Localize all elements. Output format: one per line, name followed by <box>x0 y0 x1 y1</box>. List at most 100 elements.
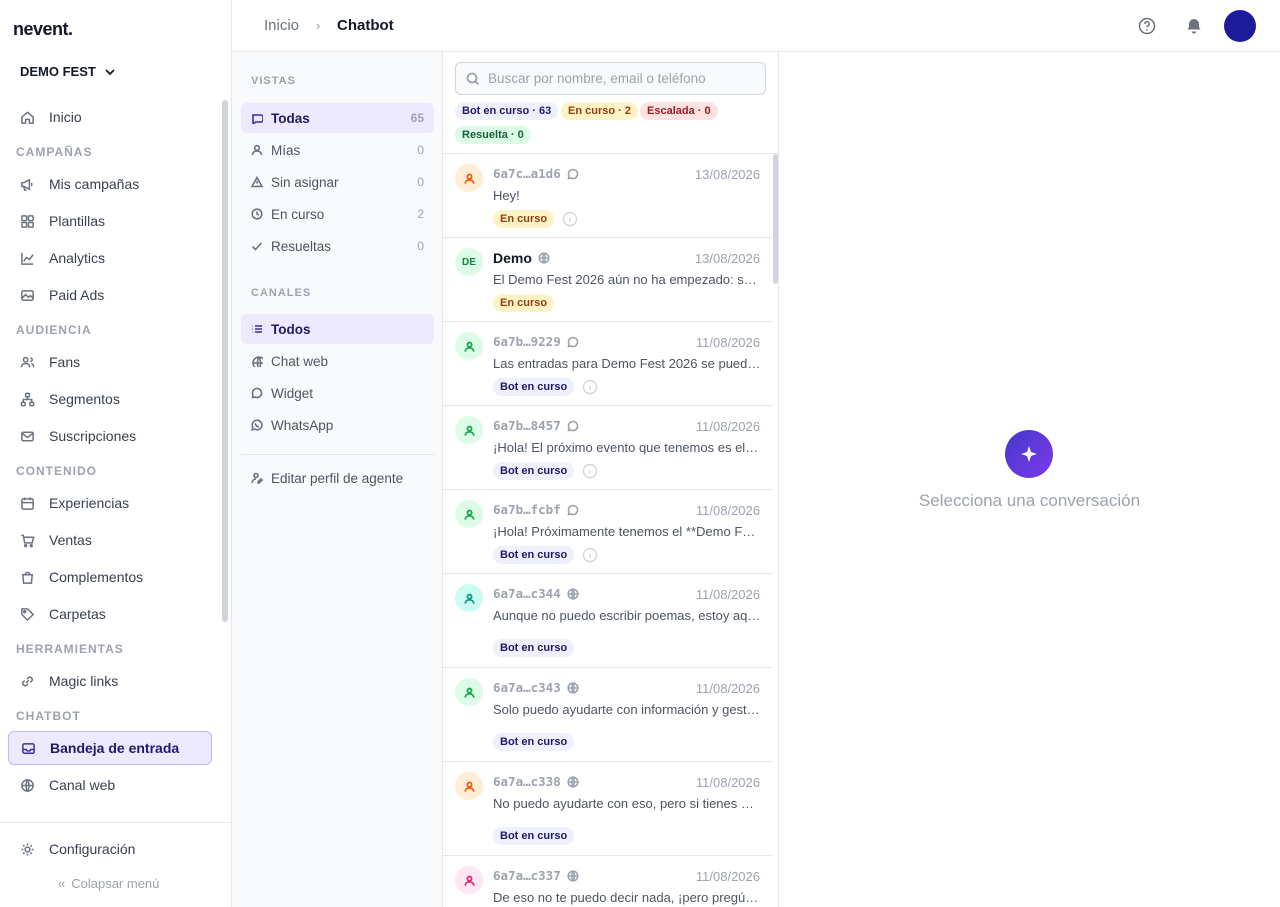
users-icon <box>20 356 35 367</box>
channel-item-widget[interactable]: Widget <box>241 378 434 408</box>
globe-icon <box>567 587 579 600</box>
conversation-item[interactable]: 6a7b…9229 11/08/2026 Las entradas para Dem… <box>443 322 772 406</box>
status-filter-chip[interactable]: Resuelta · 0 <box>455 126 531 144</box>
status-badge: En curso <box>493 210 555 228</box>
sidebar-item-plantillas[interactable]: Plantillas <box>8 204 212 238</box>
sidebar-item-analytics[interactable]: Analytics <box>8 241 212 275</box>
nav-section-title: CONTENIDO <box>16 464 97 478</box>
conversation-status: En curso <box>493 294 555 312</box>
contact-name: 6a7a…c344 <box>493 586 579 601</box>
conversation-item[interactable]: 6a7a…c343 11/08/2026 Solo puedo ayudarte c… <box>443 668 772 762</box>
view-item-sin-asignar[interactable]: Sin asignar 0 <box>241 167 434 197</box>
contact-name-text: 6a7b…9229 <box>493 334 561 349</box>
sidebar-item-experiencias[interactable]: Experiencias <box>8 486 212 520</box>
sidebar-item-fans[interactable]: Fans <box>8 345 212 379</box>
sidebar-item-bandeja-de-entrada[interactable]: Bandeja de entrada <box>8 731 212 765</box>
search-input[interactable] <box>488 71 758 86</box>
view-item-resueltas[interactable]: Resueltas 0 <box>241 231 434 261</box>
cart-icon <box>21 534 35 547</box>
sidebar-item-label: Experiencias <box>49 495 130 511</box>
breadcrumb-home[interactable]: Inicio <box>264 17 299 34</box>
view-item-mías[interactable]: Mías 0 <box>241 135 434 165</box>
sidebar-item-canal-web[interactable]: Canal web <box>8 768 212 802</box>
info-icon[interactable] <box>562 211 578 227</box>
status-badge: En curso <box>493 294 555 312</box>
message-preview: El Demo Fest 2026 aún no ha empezado: se… <box>493 272 761 287</box>
nav-section-title: AUDIENCIA <box>16 323 92 337</box>
conversation-status: Bot en curso <box>493 827 575 845</box>
sidebar-item-suscripciones[interactable]: Suscripciones <box>8 419 212 453</box>
info-icon[interactable] <box>582 547 598 563</box>
message-preview: Solo puedo ayudarte con información y ge… <box>493 702 761 717</box>
channel-label: Widget <box>271 385 314 401</box>
conversation-status: En curso <box>493 210 578 228</box>
contact-avatar <box>455 772 483 800</box>
contact-name-text: 6a7a…c344 <box>493 586 561 601</box>
conversation-date: 13/08/2026 <box>694 251 760 266</box>
view-item-en-curso[interactable]: En curso 2 <box>241 199 434 229</box>
contact-name: 6a7c…a1d6 <box>493 166 579 181</box>
sidebar-item-label: Canal web <box>49 777 116 793</box>
view-label: Sin asignar <box>271 174 339 190</box>
status-filter-chip[interactable]: En curso · 2 <box>561 102 638 120</box>
view-count: 65 <box>410 111 424 125</box>
inbox-icon <box>22 742 35 754</box>
search-icon <box>466 72 480 85</box>
help-circle-icon[interactable] <box>1137 16 1157 36</box>
channel-item-chat-web[interactable]: Chat web <box>241 346 434 376</box>
chat-bubble-icon <box>567 168 579 180</box>
sidebar-item-paid-ads[interactable]: Paid Ads <box>8 278 212 312</box>
whatsapp-icon <box>251 419 263 431</box>
sidebar-item-carpetas[interactable]: Carpetas <box>8 597 212 631</box>
conversation-item[interactable]: 6a7a…c344 11/08/2026 Aunque no puedo escri… <box>443 574 772 668</box>
conversation-item[interactable]: 6a7a…c338 11/08/2026 No puedo ayudarte con… <box>443 762 772 856</box>
nav-section-title: HERRAMIENTAS <box>16 642 124 656</box>
list-icon <box>252 325 262 333</box>
settings-link[interactable]: Configuración <box>8 832 212 866</box>
status-filter-chip[interactable]: Escalada · 0 <box>640 102 718 120</box>
conversation-item[interactable]: 6a7a…c337 11/08/2026 De eso no te puedo de… <box>443 856 772 907</box>
sidebar-item-mis-campañas[interactable]: Mis campañas <box>8 167 212 201</box>
conversation-item[interactable]: 6a7c…a1d6 13/08/2026 Hey! En curso <box>443 154 772 238</box>
collapse-label: Colapsar menú <box>71 876 160 891</box>
contact-name: Demo <box>493 250 550 266</box>
view-item-todas[interactable]: Todas 65 <box>241 103 434 133</box>
bell-icon[interactable] <box>1184 16 1204 36</box>
app-logo[interactable]: nevent. <box>13 19 73 40</box>
megaphone-icon <box>21 178 33 191</box>
sidebar-item-complementos[interactable]: Complementos <box>8 560 212 594</box>
edit-agent-profile-link[interactable]: Editar perfil de agente <box>241 463 434 493</box>
status-filter-chip[interactable]: Bot en curso · 63 <box>455 102 559 120</box>
chart-icon <box>21 252 34 265</box>
conversation-item[interactable]: DE Demo 13/08/2026 El Demo Fest 2026 aún no… <box>443 238 772 322</box>
channel-item-whatsapp[interactable]: WhatsApp <box>241 410 434 440</box>
info-icon[interactable] <box>582 379 598 395</box>
channel-item-todos[interactable]: Todos <box>241 314 434 344</box>
sidebar-item-segmentos[interactable]: Segmentos <box>8 382 212 416</box>
conversation-item[interactable]: 6a7b…fcbf 11/08/2026 ¡Hola! Próximamente t… <box>443 490 772 574</box>
sidebar: nevent. DEMO FEST Inicio CAMPAÑAS Mis camp… <box>0 0 232 907</box>
globe-icon <box>252 356 263 367</box>
sidebar-item-ventas[interactable]: Ventas <box>8 523 212 557</box>
edit-agent-profile-label: Editar perfil de agente <box>271 470 404 486</box>
view-count: 0 <box>417 239 424 253</box>
message-preview: Hey! <box>493 188 520 203</box>
status-badge: Bot en curso <box>493 827 575 845</box>
user-avatar[interactable] <box>1224 10 1256 42</box>
globe-icon <box>567 869 579 882</box>
sidebar-nav: Inicio CAMPAÑAS Mis campañas Plantillas Anal… <box>0 100 220 822</box>
conversation-date: 11/08/2026 <box>695 869 760 884</box>
sidebar-scrollbar[interactable] <box>222 100 228 622</box>
conversation-item[interactable]: 6a7b…8457 11/08/2026 ¡Hola! El próximo eve… <box>443 406 772 490</box>
collapse-menu-button[interactable]: « Colapsar menú <box>58 876 159 891</box>
org-selector[interactable]: DEMO FEST <box>20 64 116 79</box>
sidebar-item-inicio[interactable]: Inicio <box>8 100 212 134</box>
conversations-scrollbar[interactable] <box>773 154 778 284</box>
info-icon[interactable] <box>582 463 598 479</box>
sidebar-item-label: Plantillas <box>49 213 106 229</box>
conversation-status: Bot en curso <box>493 378 598 396</box>
view-count: 2 <box>417 207 424 221</box>
search-box[interactable] <box>455 62 766 95</box>
sidebar-item-magic-links[interactable]: Magic links <box>8 664 212 698</box>
nav-section-title: CAMPAÑAS <box>16 145 93 159</box>
